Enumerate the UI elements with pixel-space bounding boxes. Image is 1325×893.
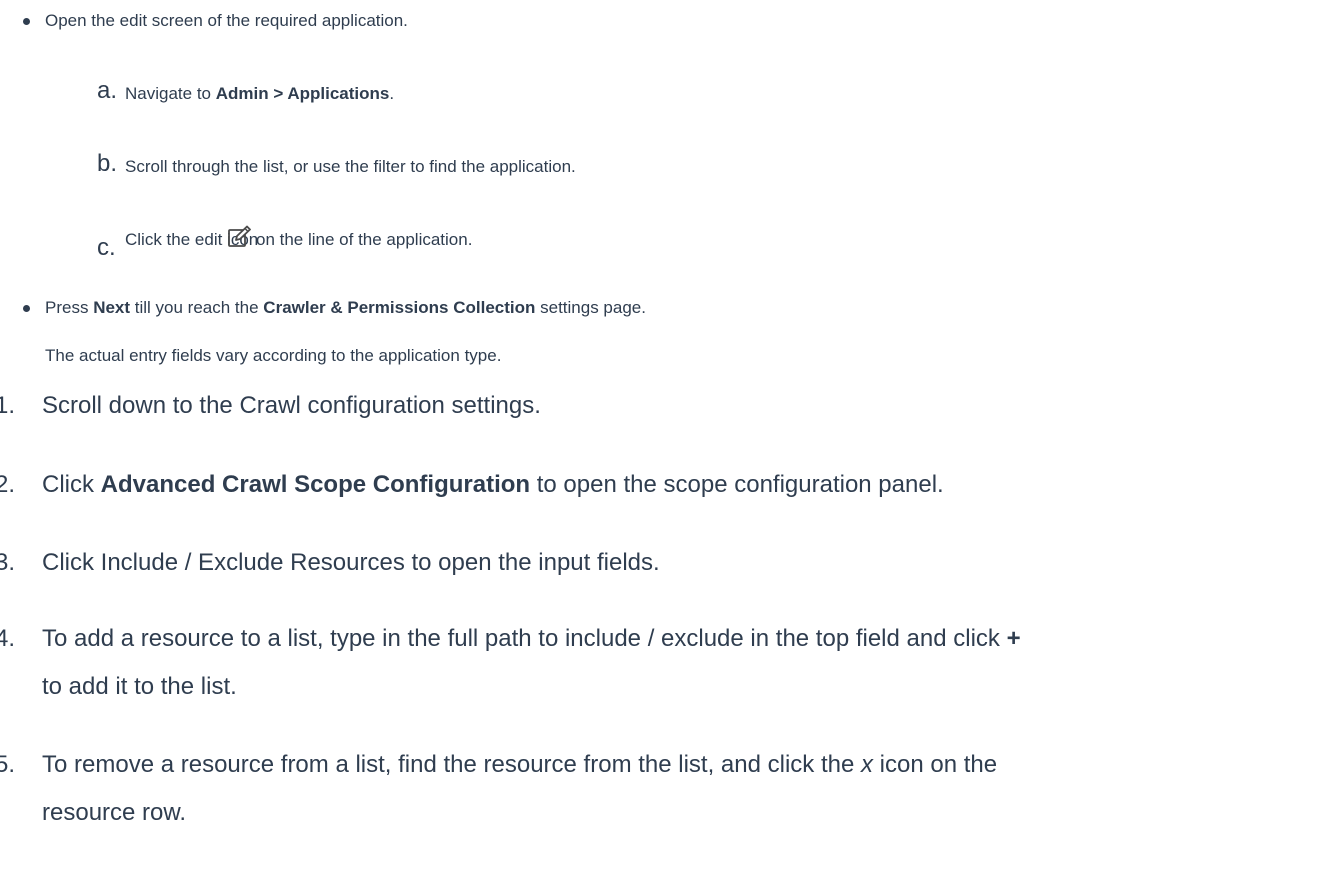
substep-b-text: Scroll through the list, or use the filt… [125, 157, 576, 176]
step-number-5: 5. [0, 751, 16, 778]
substep-c-text-post: on the line of the application. [256, 230, 473, 249]
bullet-text-open-edit: Open the edit screen of the required app… [45, 11, 408, 30]
step-number-3: 3. [0, 549, 16, 576]
substep-letter-c: c. [97, 234, 116, 261]
substep-a-text: Navigate to Admin > Applications. [125, 84, 395, 103]
substep-letter-b: b. [97, 150, 118, 177]
step-number-2: 2. [0, 471, 16, 498]
step-number-4: 4. [0, 625, 16, 652]
step-5-text-line1: To remove a resource from a list, find t… [42, 751, 998, 778]
step-3-text: Click Include / Exclude Resources to ope… [42, 549, 660, 576]
note-text: The actual entry fields vary according t… [45, 346, 502, 365]
step-2-text: Click Advanced Crawl Scope Configuration… [42, 471, 944, 498]
step-4-text-line1: To add a resource to a list, type in the… [42, 625, 1021, 652]
step-5-text-line2: resource row. [42, 799, 187, 826]
bullet-dot [23, 305, 30, 312]
substep-letter-a: a. [97, 77, 118, 104]
step-4-text-line2: to add it to the list. [42, 673, 237, 700]
edit-icon [228, 225, 251, 247]
step-1-text: Scroll down to the Crawl configuration s… [42, 392, 541, 419]
bullet-text-press-next: Press Next till you reach the Crawler & … [45, 298, 646, 317]
step-number-1: 1. [0, 392, 16, 419]
bullet-dot [23, 18, 30, 25]
